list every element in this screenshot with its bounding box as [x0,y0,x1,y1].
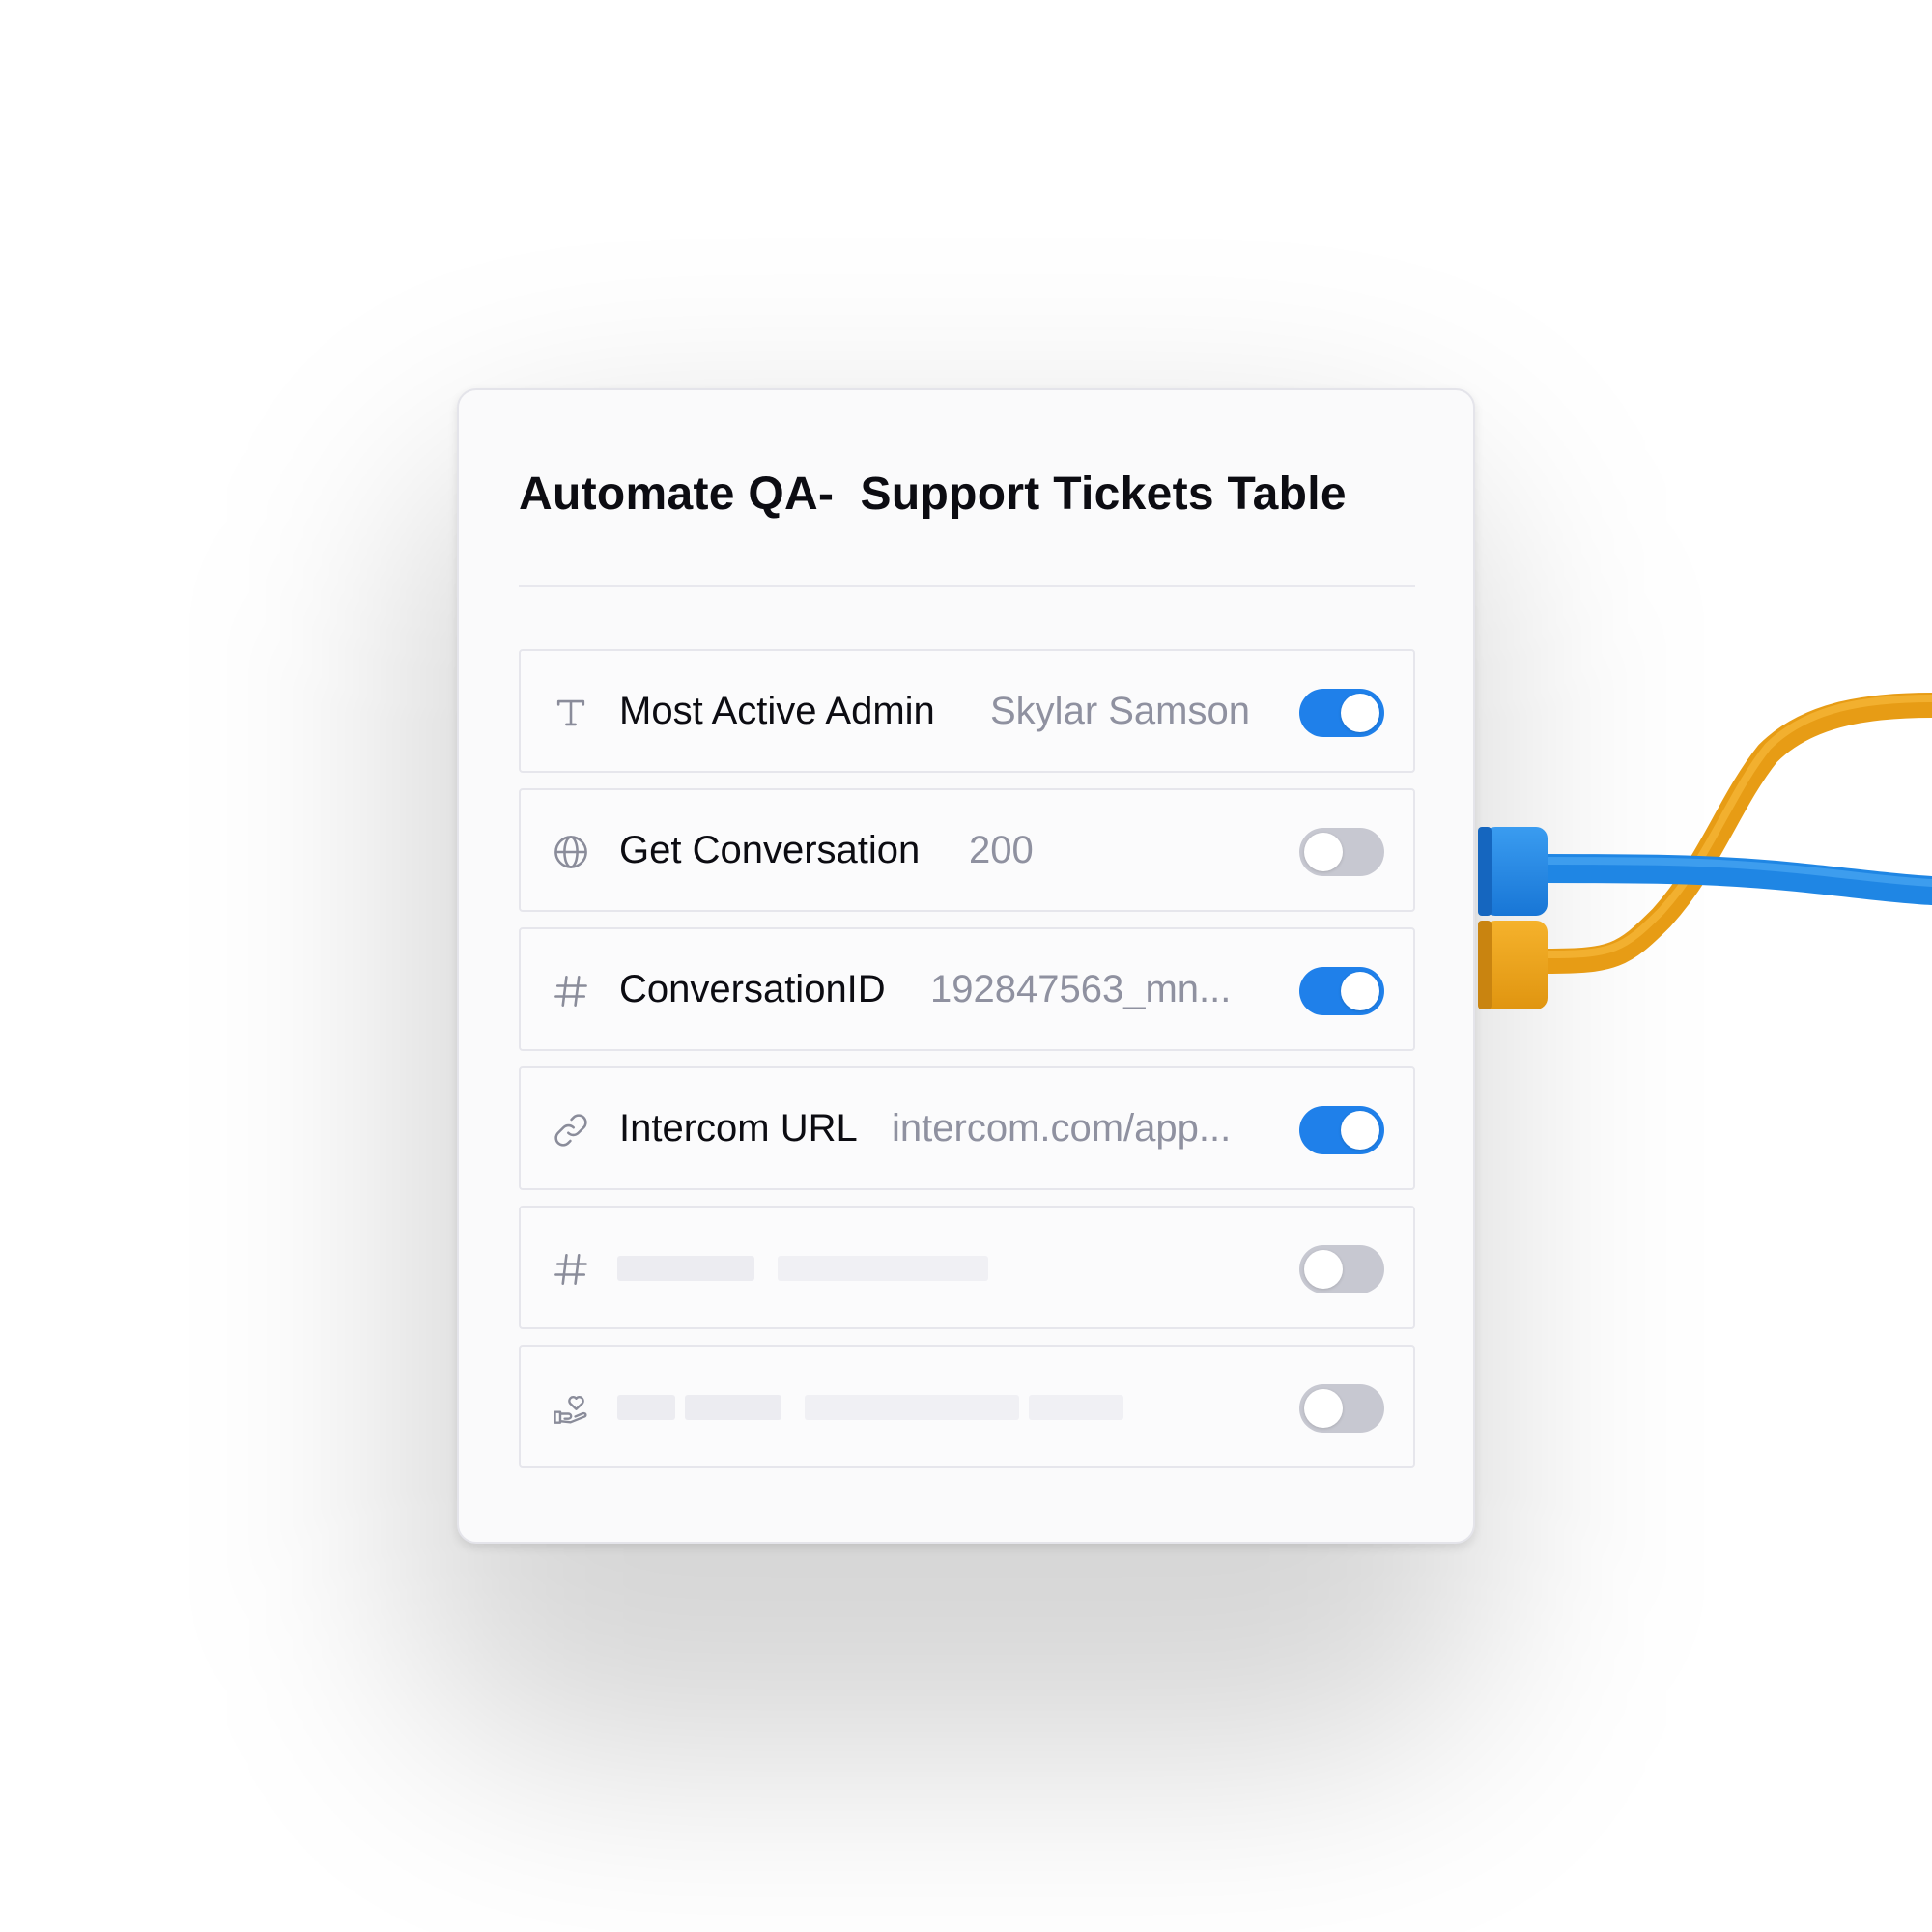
field-toggle[interactable] [1299,1384,1384,1433]
field-label: Intercom URL [619,1107,858,1150]
card-title: Automate QA- Support Tickets Table [519,469,1347,520]
skeleton-value [805,1395,1019,1420]
orange-plug [1484,921,1548,1009]
skeleton-label [685,1395,781,1420]
link-icon [550,1109,592,1151]
toggle-knob [1304,1389,1343,1428]
field-label: Most Active Admin [619,690,935,732]
field-toggle[interactable] [1299,828,1384,876]
field-row-intercom-url[interactable]: Intercom URL intercom.com/app... [519,1066,1415,1190]
skeleton-value [778,1256,988,1281]
field-value: Skylar Samson [990,690,1250,732]
connector-cables [1478,693,1932,1009]
skeleton-label [617,1256,754,1281]
hash-icon [550,970,592,1012]
blue-plug [1484,827,1548,916]
globe-icon [550,831,592,873]
field-value: intercom.com/app... [892,1107,1232,1150]
canvas: Automate QA- Support Tickets Table Most … [0,0,1932,1932]
toggle-knob [1341,972,1379,1010]
field-row-conversation-id[interactable]: ConversationID 192847563_mn... [519,927,1415,1051]
toggle-knob [1341,694,1379,732]
toggle-knob [1304,833,1343,871]
hash-icon [550,1248,592,1291]
title-divider [519,585,1415,587]
field-toggle[interactable] [1299,1106,1384,1154]
field-toggle[interactable] [1299,689,1384,737]
field-row-most-active-admin[interactable]: Most Active Admin Skylar Samson [519,649,1415,773]
skeleton-label [617,1395,675,1420]
hand-heart-icon [550,1387,592,1430]
orange-cable [1533,693,1932,974]
field-value: 192847563_mn... [930,968,1232,1010]
skeleton-value [1029,1395,1123,1420]
field-toggle[interactable] [1299,967,1384,1015]
field-row-placeholder[interactable] [519,1206,1415,1329]
field-label: ConversationID [619,968,886,1010]
field-row-placeholder[interactable] [519,1345,1415,1468]
table-fields-card: Automate QA- Support Tickets Table Most … [457,388,1475,1544]
field-list: Most Active Admin Skylar Samson Get Conv… [519,649,1415,1484]
field-value: 200 [969,829,1034,871]
toggle-knob [1341,1111,1379,1150]
field-row-get-conversation[interactable]: Get Conversation 200 [519,788,1415,912]
field-toggle[interactable] [1299,1245,1384,1293]
toggle-knob [1304,1250,1343,1289]
field-label: Get Conversation [619,829,921,871]
text-type-icon [550,692,592,734]
